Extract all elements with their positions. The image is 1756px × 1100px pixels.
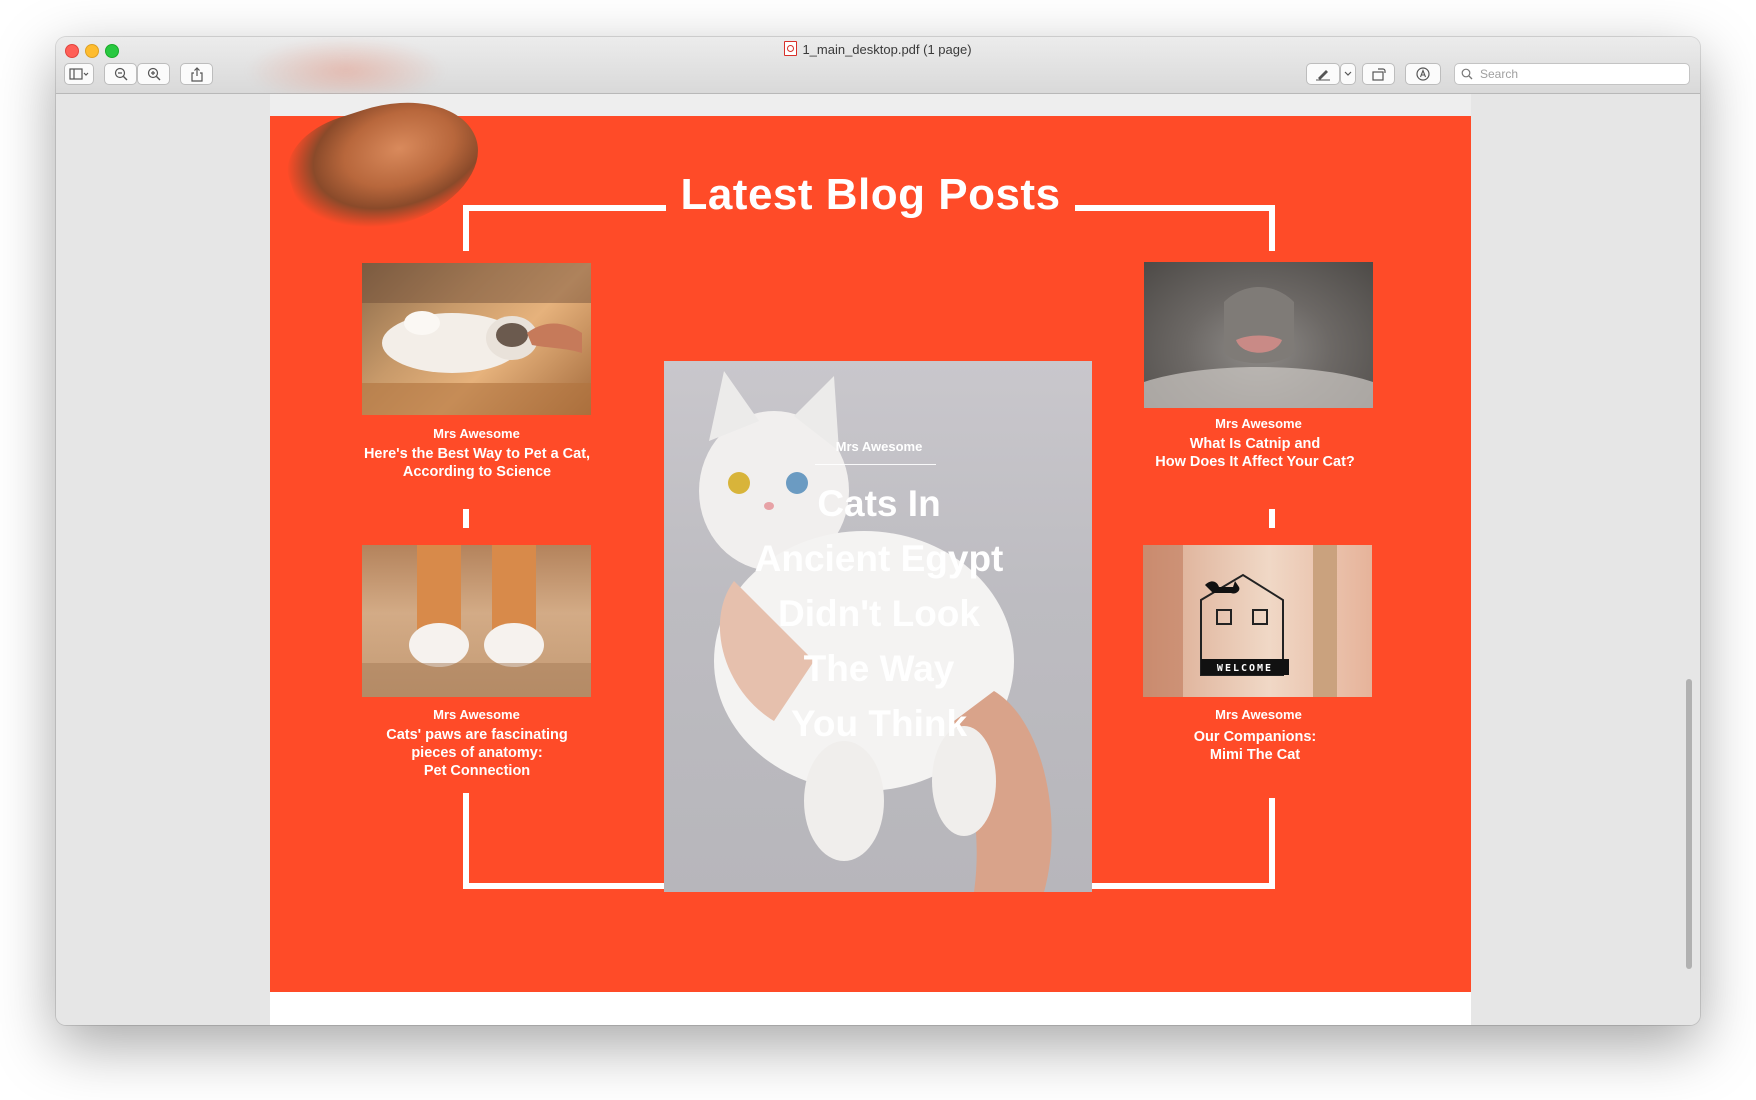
sidebar-icon	[69, 68, 89, 80]
featured-title: Cats In Ancient Egypt Didn't Look The Wa…	[724, 476, 1034, 751]
featured-title-line: You Think	[790, 703, 968, 744]
post-author: Mrs Awesome	[433, 426, 520, 441]
post-title-catnip[interactable]: What Is Catnip and How Does It Affect Yo…	[1110, 435, 1400, 471]
featured-title-line: Ancient Egypt	[754, 538, 1004, 579]
preview-window: 1_main_desktop.pdf (1 page) Search Lates…	[56, 37, 1700, 1025]
markup-circle-icon	[1416, 67, 1430, 81]
share-icon	[190, 66, 203, 82]
sidebar-toggle-button[interactable]	[64, 63, 94, 85]
post-title-mimi[interactable]: Our Companions: Mimi The Cat	[1110, 728, 1400, 764]
markup-toolbar-button[interactable]	[1405, 63, 1441, 85]
featured-author: Mrs Awesome	[835, 439, 923, 454]
blog-section: Latest Blog Posts Mrs Awesome Here's the…	[270, 79, 1471, 992]
post-author: Mrs Awesome	[1215, 707, 1302, 722]
zoom-in-button[interactable]	[137, 63, 170, 85]
post-title-pet-cat[interactable]: Here's the Best Way to Pet a Cat, Accord…	[332, 445, 622, 481]
window-title-text: 1_main_desktop.pdf (1 page)	[802, 42, 972, 57]
post-title-line: According to Science	[402, 464, 552, 480]
frame-left-lower	[463, 793, 469, 889]
title-bar: 1_main_desktop.pdf (1 page)	[56, 37, 1700, 94]
pdf-icon	[784, 41, 798, 56]
zoom-out-button[interactable]	[104, 63, 137, 85]
post-title-line: What Is Catnip and	[1189, 436, 1321, 452]
markup-dropdown-button[interactable]	[1340, 63, 1356, 85]
rotate-icon	[1371, 68, 1386, 81]
post-title-cat-paws[interactable]: Cats' paws are fascinating pieces of ana…	[332, 726, 622, 780]
post-image-catnip[interactable]	[1144, 262, 1373, 408]
window-title: 1_main_desktop.pdf (1 page)	[56, 41, 1700, 57]
post-image-mimi[interactable]: WELCOME	[1143, 545, 1372, 697]
cat-paws-illustration	[362, 545, 591, 697]
vertical-scrollbar[interactable]	[1686, 679, 1692, 969]
search-field[interactable]	[1454, 63, 1690, 85]
pen-icon	[1316, 70, 1330, 81]
post-image-pet-cat[interactable]	[362, 263, 591, 415]
post-title-line: Our Companions:	[1193, 729, 1317, 745]
cat-nose-illustration	[1144, 287, 1373, 408]
section-heading: Latest Blog Posts	[270, 170, 1471, 220]
search-icon	[1461, 68, 1473, 80]
post-image-cat-paws[interactable]	[362, 545, 591, 697]
welcome-sign-text: WELCOME	[1217, 663, 1273, 674]
post-title-line: Cats' paws are fascinating	[386, 727, 568, 743]
post-author: Mrs Awesome	[1215, 416, 1302, 431]
featured-title-line: Didn't Look	[778, 593, 980, 634]
frame-right-lower	[1269, 798, 1275, 889]
post-title-line: How Does It Affect Your Cat?	[1155, 454, 1355, 470]
cat-lying-illustration	[362, 263, 591, 415]
welcome-sign-illustration: WELCOME	[1143, 545, 1337, 697]
post-author: Mrs Awesome	[433, 707, 520, 722]
markup-pen-button[interactable]	[1306, 63, 1340, 85]
featured-title-line: The Way	[803, 648, 955, 689]
chevron-down-icon	[1344, 71, 1352, 76]
pdf-page: Latest Blog Posts Mrs Awesome Here's the…	[270, 79, 1471, 1025]
post-title-line: Here's the Best Way to Pet a Cat,	[363, 446, 591, 462]
share-button[interactable]	[180, 63, 213, 85]
frame-left-mid	[463, 509, 469, 528]
document-area[interactable]: Latest Blog Posts Mrs Awesome Here's the…	[56, 79, 1700, 1025]
featured-divider	[815, 464, 936, 465]
frame-right-mid	[1269, 509, 1275, 528]
post-title-line: Pet Connection	[423, 763, 531, 779]
post-title-line: Mimi The Cat	[1209, 747, 1301, 763]
zoom-out-icon	[114, 67, 127, 81]
rotate-button[interactable]	[1362, 63, 1395, 85]
zoom-in-icon	[147, 67, 160, 81]
post-title-line: pieces of anatomy:	[411, 745, 543, 761]
featured-post[interactable]: Mrs Awesome Cats In Ancient Egypt Didn't…	[664, 361, 1092, 892]
featured-title-line: Cats In	[817, 483, 941, 524]
search-input[interactable]	[1478, 66, 1682, 82]
